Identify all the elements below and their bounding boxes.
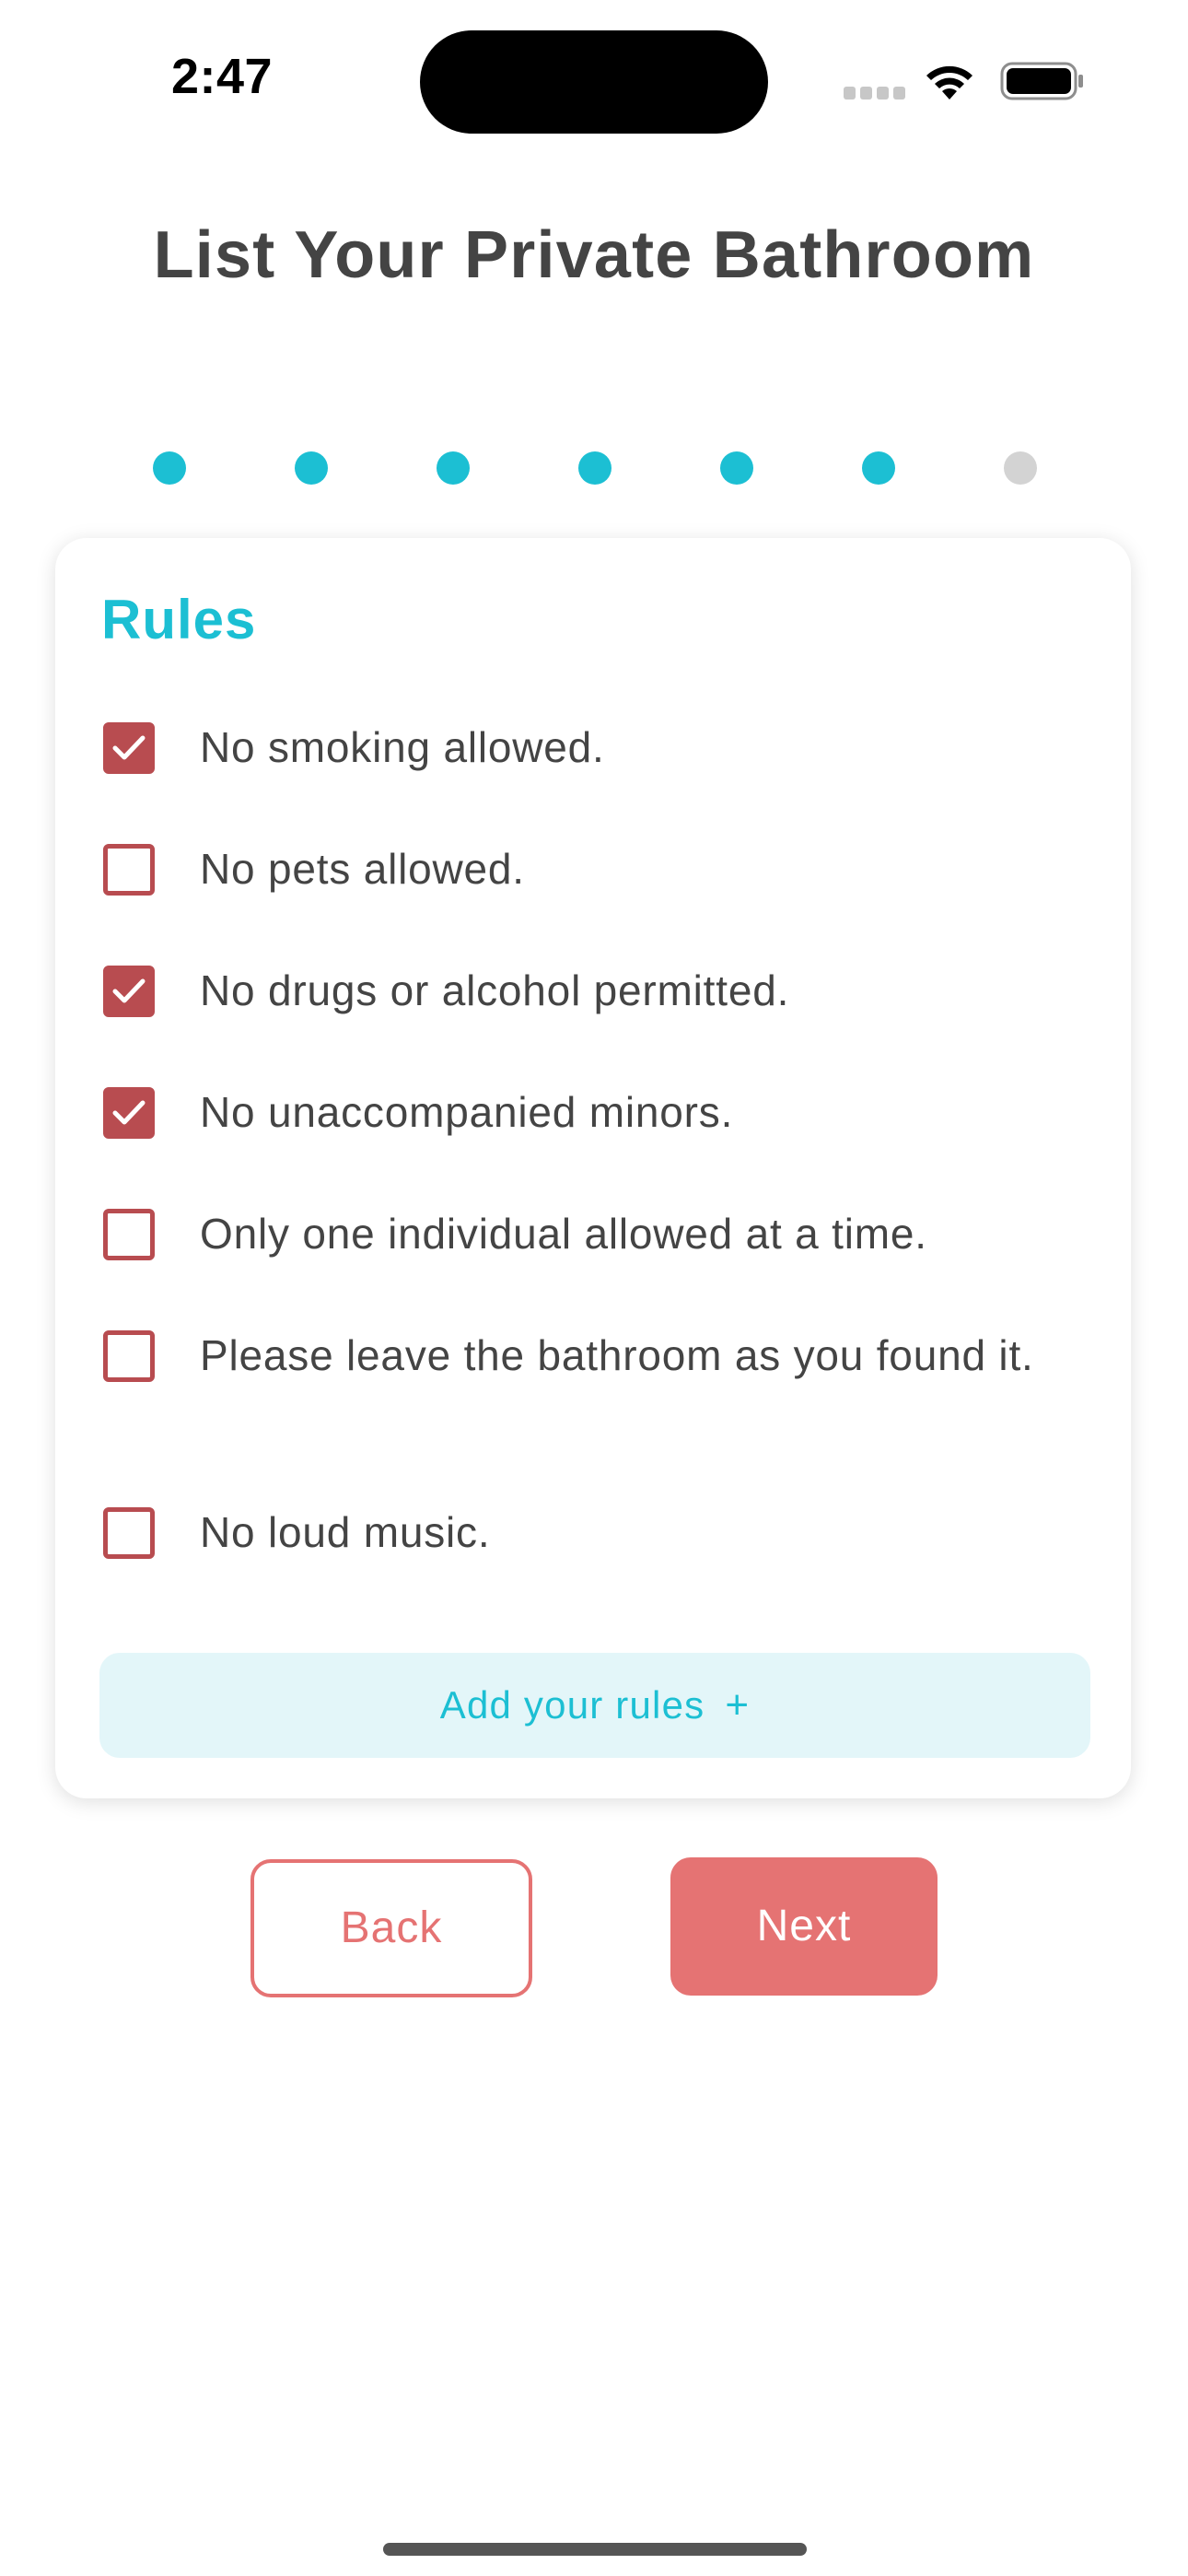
checkbox-checked[interactable] [103,722,155,774]
checkbox-unchecked[interactable] [103,1209,155,1260]
checkmark-icon [112,978,146,1003]
status-time: 2:47 [171,49,274,104]
rules-title: Rules [101,589,257,650]
rules-card: Rules No smoking allowed. No pets allowed… [55,538,1131,1798]
checkmark-icon [112,735,146,760]
rule-label: Only one individual allowed at a time. [200,1210,927,1258]
checkbox-checked[interactable] [103,966,155,1017]
step-dot [153,451,186,485]
home-indicator [383,2543,807,2556]
plus-icon: + [725,1682,751,1727]
step-progress [153,451,1042,485]
screen: 2:47 List Your Private Bathroom Rules No… [0,0,1188,2576]
checkbox-checked[interactable] [103,1087,155,1139]
step-dot [578,451,611,485]
add-rules-label: Add your rules [439,1683,705,1727]
rule-label: No drugs or alcohol permitted. [200,966,790,1014]
step-dot [437,451,470,485]
next-button[interactable]: Next [670,1857,938,1996]
step-dot [720,451,753,485]
rule-label: No unaccompanied minors. [200,1088,734,1136]
rule-label: No pets allowed. [200,845,525,893]
rule-label: Please leave the bathroom as you found i… [200,1331,1034,1379]
cellular-signal-icon [844,87,905,100]
step-dot [295,451,328,485]
step-dot [1004,451,1037,485]
rule-label: No smoking allowed. [200,723,605,771]
back-button[interactable]: Back [250,1859,532,1997]
checkbox-unchecked[interactable] [103,844,155,896]
step-dot [862,451,895,485]
battery-icon [1000,62,1083,100]
page-title: List Your Private Bathroom [153,218,1035,292]
checkmark-icon [112,1100,146,1125]
checkbox-unchecked[interactable] [103,1330,155,1382]
add-rules-button[interactable]: Add your rules + [99,1653,1090,1758]
checkbox-unchecked[interactable] [103,1507,155,1559]
rule-label: No loud music. [200,1508,491,1556]
dynamic-island [420,30,768,134]
wifi-icon [926,65,973,100]
